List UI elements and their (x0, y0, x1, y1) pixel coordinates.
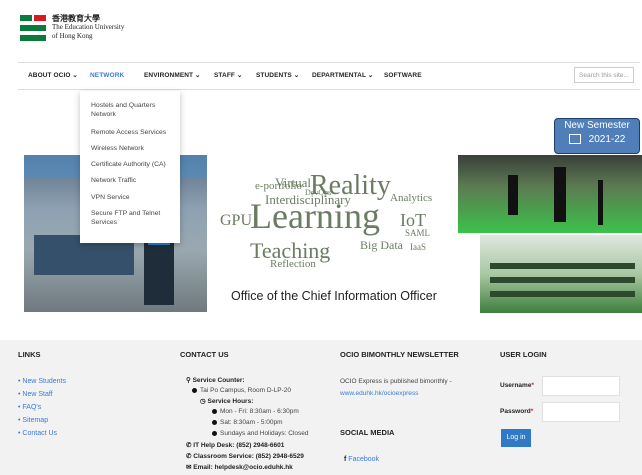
hours-sunday: Sundays and Holidays: Closed (212, 430, 309, 437)
dropdown-item-vpn[interactable]: VPN Service (91, 193, 176, 202)
nav-environment[interactable]: ENVIRONMENT ⌄ (144, 63, 201, 89)
social-media-title: SOCIAL MEDIA (340, 428, 395, 437)
dropdown-item-remote-access[interactable]: Remote Access Services (91, 128, 176, 137)
service-hours-label: ◷ Service Hours: (200, 398, 254, 405)
studio-photo (458, 155, 642, 233)
dropdown-item-wireless[interactable]: Wireless Network (91, 144, 176, 153)
semester-year: 2021-22 (588, 134, 626, 145)
password-label: Password* (500, 408, 534, 415)
wc-word: e-portfolio (255, 180, 303, 192)
clock-icon: ◷ (200, 398, 206, 405)
link-contact-us[interactable]: • Contact Us (18, 430, 57, 437)
semester-label: New Semester (564, 120, 630, 131)
newsletter-text: OCIO Express is published bimonthly - (340, 378, 452, 385)
login-button[interactable]: Log in (501, 429, 531, 447)
service-counter-label: ⚲ Service Counter: (186, 377, 245, 384)
user-login-title: USER LOGIN (500, 350, 547, 359)
link-new-staff[interactable]: • New Staff (18, 391, 53, 398)
nav-departmental[interactable]: DEPARTMENTAL ⌄ (312, 63, 373, 89)
contact-title: CONTACT US (180, 350, 229, 359)
network-dropdown-menu: Hostels and Quarters Network Remote Acce… (80, 91, 180, 243)
newsletter-title: OCIO BIMONTHLY NEWSLETTER (340, 350, 459, 359)
nav-staff[interactable]: STAFF ⌄ (214, 63, 242, 89)
hours-weekday: Mon - Fri: 8:30am - 6:30pm (212, 408, 299, 415)
dropdown-item-secure-ftp[interactable]: Secure FTP and Telnet Services (91, 209, 176, 227)
phone-icon: ✆ (186, 453, 192, 460)
password-input[interactable] (542, 402, 620, 422)
nav-about-ocio[interactable]: ABOUT OCIO ⌄ (28, 63, 78, 89)
logo-en-line2: of Hong Kong (52, 32, 93, 40)
book-icon (568, 134, 581, 145)
dropdown-item-network-traffic[interactable]: Network Traffic (91, 176, 176, 185)
logo-zh: 香港教育大學 (52, 14, 100, 23)
nav-network[interactable]: NETWORK (90, 63, 124, 89)
wc-word: Big Data (360, 238, 403, 252)
wc-word: GPU (220, 212, 253, 229)
ocio-caption: Office of the Chief Information Officer (231, 289, 437, 303)
wc-word: Reflection (270, 258, 316, 270)
word-cloud: Reality Learning Teaching Interdisciplin… (215, 130, 455, 270)
main-nav: ABOUT OCIO ⌄ NETWORK ENVIRONMENT ⌄ STAFF… (18, 62, 640, 90)
logo-en-line1: The Education University (52, 23, 125, 31)
dropdown-item-certificate[interactable]: Certificate Authority (CA) (91, 160, 176, 169)
nav-students[interactable]: STUDENTS ⌄ (256, 63, 299, 89)
dropdown-item-hostels[interactable]: Hostels and Quarters Network (91, 101, 176, 119)
helpdesk-phone: ✆ IT Help Desk: (852) 2948-6601 (186, 442, 285, 449)
newsletter-link[interactable]: www.eduhk.hk/ocioexpress (340, 390, 418, 397)
phone-icon: ✆ (186, 442, 192, 449)
link-sitemap[interactable]: • Sitemap (18, 417, 48, 424)
envelope-icon: ✉ (186, 464, 192, 471)
eduhk-logo[interactable]: 香港教育大學 The Education University of Hong … (20, 14, 124, 41)
campus-room: Tai Po Campus, Room D-LP-20 (192, 387, 291, 394)
links-title: LINKS (18, 350, 41, 359)
hours-saturday: Sat: 8:30am - 5:00pm (212, 419, 283, 426)
semester-year-row: 2021-22 (555, 133, 639, 147)
search-input[interactable]: Search this site... (574, 67, 634, 83)
logo-text: 香港教育大學 The Education University of Hong … (52, 14, 124, 41)
location-icon: ⚲ (186, 377, 191, 384)
new-semester-badge[interactable]: New Semester 2021-22 (554, 118, 640, 154)
wc-word: DevOps (305, 188, 332, 197)
username-input[interactable] (542, 376, 620, 396)
wc-word: SAML (405, 228, 431, 238)
computer-lab-photo (480, 235, 642, 313)
helpdesk-email[interactable]: ✉ Email: helpdesk@ocio.eduhk.hk (186, 463, 293, 471)
classroom-phone: ✆ Classroom Service: (852) 2948-6529 (186, 453, 304, 460)
wc-word: IaaS (410, 242, 426, 252)
logo-mark-icon (20, 14, 46, 41)
site-header: 香港教育大學 The Education University of Hong … (0, 0, 642, 58)
wc-word: Analytics (390, 192, 433, 204)
nav-software[interactable]: SOFTWARE (384, 63, 422, 89)
facebook-link[interactable]: f Facebook (344, 456, 379, 463)
username-label: Username* (500, 382, 534, 389)
facebook-icon: f (344, 456, 347, 463)
link-new-students[interactable]: • New Students (18, 378, 66, 385)
link-faqs[interactable]: • FAQ's (18, 404, 41, 411)
